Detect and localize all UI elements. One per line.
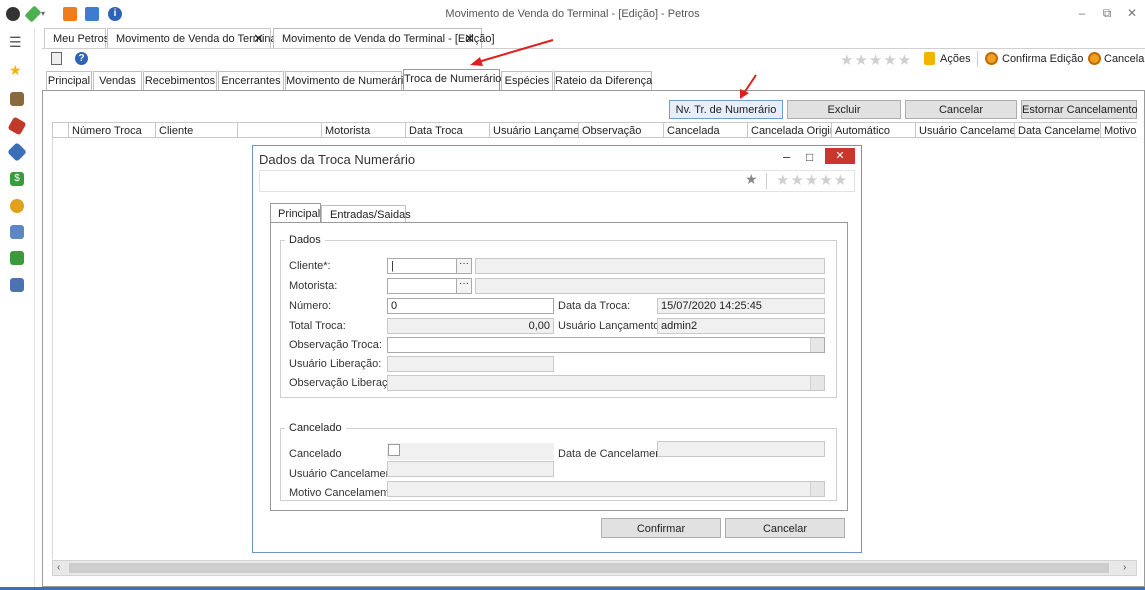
- data-cancelamento-field: [657, 441, 825, 457]
- cliente-lookup-button[interactable]: ···: [456, 258, 472, 274]
- usuario-cancelamento-field: [387, 461, 554, 477]
- cancelado-field: [387, 443, 554, 460]
- numero-label: Número:: [289, 300, 332, 312]
- usuario-lancamento-label: Usuário Lançamento:: [558, 320, 663, 332]
- total-troca-field: 0,00: [387, 318, 554, 334]
- motorista-name-field: [475, 278, 825, 294]
- group-cancelado-label: Cancelado: [285, 422, 346, 434]
- dialog-minimize-button[interactable]: –: [783, 149, 790, 164]
- cliente-name-field: [475, 258, 825, 274]
- group-dados-label: Dados: [285, 234, 325, 246]
- data-troca-field: 15/07/2020 14:25:45: [657, 298, 825, 314]
- annotation-arrow: [743, 74, 757, 94]
- observacao-troca-label: Observação Troca:: [289, 339, 382, 351]
- dialog-cancelar-button[interactable]: Cancelar: [725, 518, 845, 538]
- confirmar-button[interactable]: Confirmar: [601, 518, 721, 538]
- usuario-lancamento-field: admin2: [657, 318, 825, 334]
- observacao-liberacao-label: Observação Liberação:: [289, 377, 403, 389]
- cancelado-label: Cancelado: [289, 448, 342, 460]
- numero-input[interactable]: 0: [387, 298, 554, 314]
- cliente-input[interactable]: |: [387, 258, 457, 274]
- favorite-star-icon[interactable]: ★: [745, 171, 758, 188]
- observacao-troca-input[interactable]: [387, 337, 825, 353]
- motorista-lookup-button[interactable]: ···: [456, 278, 472, 294]
- arrow-head-icon: [470, 57, 483, 66]
- cliente-label: Cliente*:: [289, 260, 331, 272]
- dialog-maximize-button[interactable]: □: [806, 150, 813, 164]
- motivo-cancelamento-field: [387, 481, 825, 497]
- observacao-liberacao-expand-button[interactable]: [810, 376, 824, 390]
- motivo-cancelamento-label: Motivo Cancelamento:: [289, 487, 399, 499]
- usuario-liberacao-label: Usuário Liberação:: [289, 358, 382, 370]
- motorista-label: Motorista:: [289, 280, 338, 292]
- cancelado-checkbox[interactable]: [388, 444, 400, 456]
- dialog-dados-troca: Dados da Troca Numerário – □ ✕ ★ ★★★★★ P…: [252, 145, 862, 553]
- toolbar-separator: [766, 173, 767, 189]
- dialog-close-button[interactable]: ✕: [825, 148, 855, 164]
- observacao-troca-expand-button[interactable]: [810, 338, 824, 352]
- dialog-tab-entradas-saidas[interactable]: Entradas/Saidas: [321, 205, 411, 223]
- data-troca-label: Data da Troca:: [558, 300, 631, 312]
- annotation-arrow: [477, 39, 554, 63]
- motorista-input[interactable]: [387, 278, 457, 294]
- observacao-liberacao-field: [387, 375, 825, 391]
- dialog-title: Dados da Troca Numerário: [259, 152, 416, 167]
- dialog-rating-stars[interactable]: ★★★★★: [776, 171, 848, 189]
- total-troca-label: Total Troca:: [289, 320, 346, 332]
- motivo-cancelamento-expand-button[interactable]: [810, 482, 824, 496]
- dialog-tab-principal[interactable]: Principal: [270, 203, 321, 223]
- usuario-liberacao-field: [387, 356, 554, 372]
